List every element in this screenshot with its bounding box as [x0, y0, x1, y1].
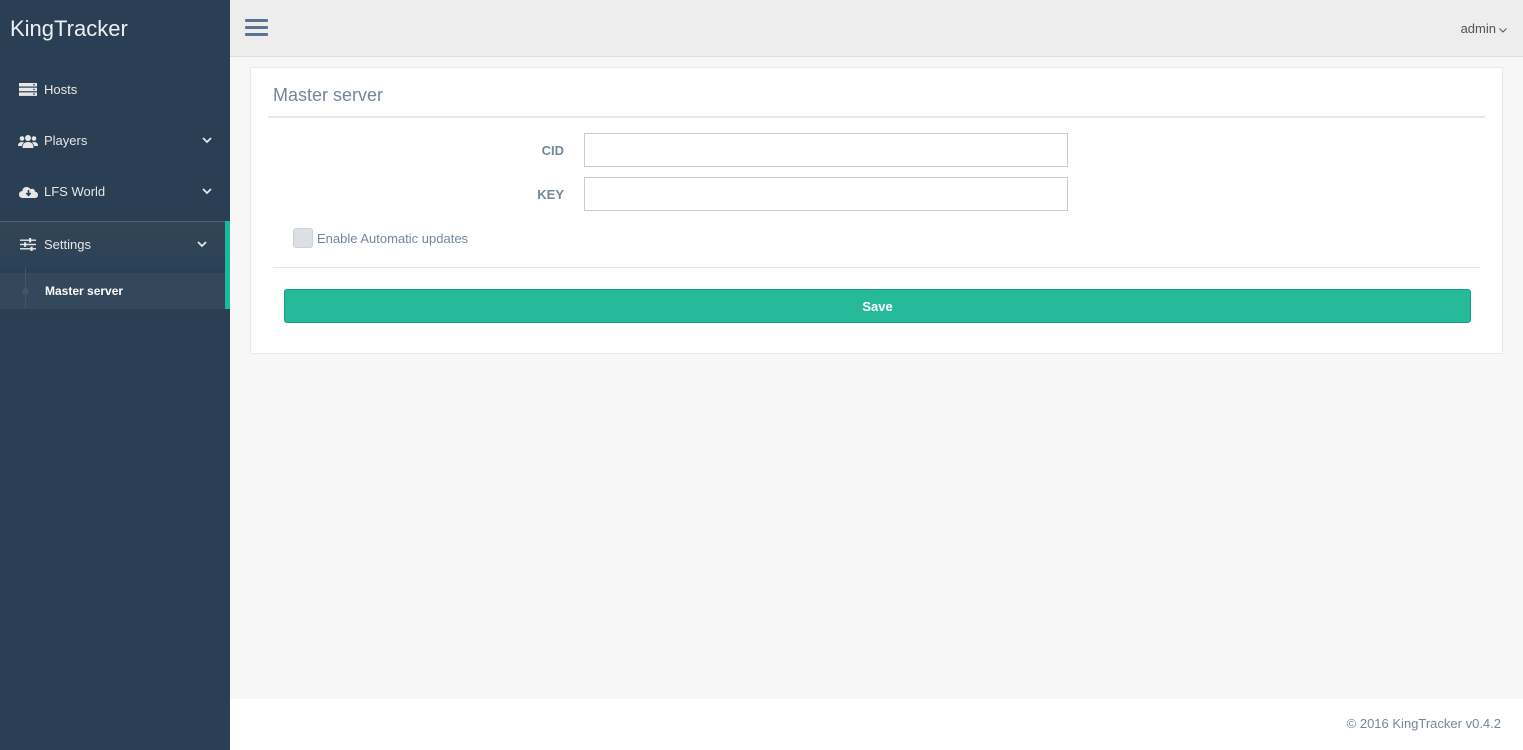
- chevron-down-icon: [197, 239, 207, 249]
- sliders-icon: [18, 237, 38, 251]
- key-row: KEY: [251, 177, 1502, 211]
- key-input[interactable]: [584, 177, 1068, 211]
- sidebar-item-hosts[interactable]: Hosts: [0, 64, 230, 115]
- cid-row: CID: [251, 133, 1502, 167]
- server-icon: [18, 83, 38, 97]
- sidebar-item-label: Players: [44, 133, 88, 148]
- key-label: KEY: [537, 187, 564, 202]
- sidebar-item-label: LFS World: [44, 184, 106, 199]
- chevron-down-icon: [202, 136, 212, 146]
- sidebar-item-players[interactable]: Players: [0, 115, 230, 166]
- chevron-down-icon: [202, 187, 212, 197]
- top-navbar: admin: [230, 0, 1523, 57]
- sidebar-subitem-master-server[interactable]: Master server: [0, 267, 225, 309]
- sidebar-item-label: Settings: [44, 236, 91, 252]
- form-divider: [273, 267, 1480, 268]
- sidebar-menu: Hosts Players LFS World Settings Master …: [0, 64, 230, 309]
- cloud-download-icon: [18, 185, 38, 199]
- sidebar-item-lfs-world[interactable]: LFS World: [0, 166, 230, 217]
- menu-toggle-icon[interactable]: [245, 19, 268, 37]
- app-brand[interactable]: KingTracker: [0, 0, 230, 57]
- cid-label: CID: [541, 143, 564, 158]
- user-name: admin: [1460, 21, 1496, 36]
- settings-submenu: Master server: [0, 267, 230, 309]
- footer: © 2016 KingTracker v0.4.2: [230, 699, 1523, 750]
- title-divider: [268, 116, 1485, 118]
- auto-updates-checkbox-row[interactable]: Enable Automatic updates: [293, 228, 468, 248]
- sidebar: KingTracker Hosts Players LFS World Sett…: [0, 0, 230, 750]
- footer-copyright: © 2016 KingTracker v0.4.2: [1346, 716, 1501, 731]
- users-icon: [18, 134, 38, 148]
- auto-updates-checkbox[interactable]: [293, 228, 313, 248]
- sidebar-item-label: Hosts: [44, 82, 78, 97]
- submenu-dot-icon: [22, 288, 29, 295]
- save-button[interactable]: Save: [284, 289, 1471, 323]
- sidebar-subitem-label: Master server: [45, 284, 124, 298]
- cid-input[interactable]: [584, 133, 1068, 167]
- chevron-down-icon: [1499, 21, 1507, 36]
- user-menu[interactable]: admin: [1461, 21, 1507, 36]
- sidebar-item-settings[interactable]: Settings: [0, 221, 230, 267]
- master-server-panel: Master server CID KEY Enable Automatic u…: [250, 67, 1503, 354]
- panel-title: Master server: [273, 85, 384, 105]
- auto-updates-label: Enable Automatic updates: [317, 230, 469, 246]
